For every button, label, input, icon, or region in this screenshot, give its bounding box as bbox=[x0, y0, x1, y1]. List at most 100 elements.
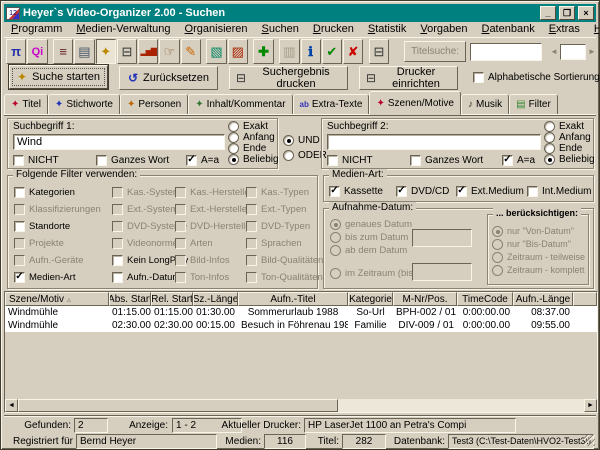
toolbar-notizen-button[interactable]: ✎ bbox=[181, 39, 201, 64]
zeitraum-komplett-radio[interactable]: Zeitraum - komplett bbox=[492, 264, 585, 276]
tab-musik[interactable]: ♪Musik bbox=[461, 94, 509, 115]
filter-dvd-typen-checkbox[interactable]: DVD-Typen bbox=[246, 220, 310, 232]
column-header-aufn-laenge[interactable]: Aufn.-Länge bbox=[513, 292, 573, 306]
column-header-m-nr-pos[interactable]: M-Nr/Pos. bbox=[393, 292, 457, 306]
titelsuche-button[interactable]: Titelsuche: bbox=[404, 41, 466, 62]
medien-art-ext-medium-checkbox[interactable]: Ext.Medium bbox=[456, 185, 524, 197]
filter-ext-systeme-checkbox[interactable]: Ext.-Systeme bbox=[112, 203, 184, 215]
column-header-kategorie[interactable]: Kategorie bbox=[348, 292, 393, 306]
menu-item-extras[interactable]: Extras bbox=[543, 23, 586, 37]
scroll-left-icon[interactable]: ◄ bbox=[5, 399, 18, 412]
toolbar-titel-hinzufuegen-button[interactable]: ✚ bbox=[253, 39, 273, 64]
filter-aufn-datum-checkbox[interactable]: Aufn.-Datum bbox=[112, 271, 180, 283]
genaues-datum-radio[interactable]: genaues Datum bbox=[330, 218, 412, 230]
suchbegriff1-beliebig-radio[interactable]: Beliebig bbox=[228, 153, 279, 165]
tab-filter[interactable]: ▤Filter bbox=[509, 94, 558, 115]
toolbar-suchen-button[interactable]: ✦ bbox=[96, 39, 116, 64]
column-header-timecode[interactable]: TimeCode bbox=[457, 292, 513, 306]
filter-ext-typen-checkbox[interactable]: Ext.-Typen bbox=[246, 203, 306, 215]
menu-item-drucken[interactable]: Drucken bbox=[307, 23, 360, 37]
toolbar-medien-button[interactable]: ≡ bbox=[53, 39, 73, 64]
suchbegriff2-input[interactable] bbox=[327, 134, 541, 150]
menu-item-programm[interactable]: Programm bbox=[5, 23, 68, 37]
menu-item-statistik[interactable]: Statistik bbox=[362, 23, 413, 37]
scroll-right-icon[interactable]: ► bbox=[584, 399, 597, 412]
filter-dvd-hersteller-checkbox[interactable]: DVD-Hersteller bbox=[175, 220, 254, 232]
pager-prev-icon[interactable]: ◄ bbox=[550, 47, 558, 56]
bis-zum-datum-radio[interactable]: bis zum Datum bbox=[330, 231, 408, 243]
filter-arten-checkbox[interactable]: Arten bbox=[175, 237, 213, 249]
suchbegriff1-gross-klein-checkbox[interactable]: A=a bbox=[186, 154, 219, 166]
toolbar-statistik-button[interactable]: ▂▅▇ bbox=[138, 39, 158, 64]
zeitraum-teilweise-radio[interactable]: Zeitraum - teilweise bbox=[492, 251, 585, 263]
menu-item-medien-verwaltung[interactable]: Medien-Verwaltung bbox=[70, 23, 176, 37]
result-row[interactable]: Windmühle 01:15.00 01:15.00 01:30.00 Som… bbox=[5, 306, 597, 319]
titelsuche-input[interactable] bbox=[470, 43, 542, 61]
toolbar-drucken-button[interactable]: ⊟ bbox=[117, 39, 137, 64]
tab-szenen-motive[interactable]: ✦Szenen/Motive bbox=[369, 91, 461, 115]
toolbar-titel-bestaetigen-button[interactable]: ✔ bbox=[322, 39, 342, 64]
menu-item-hilfe[interactable]: Hilfe bbox=[588, 23, 600, 37]
zuruecksetzen-button[interactable]: ↺ Zurücksetzen bbox=[119, 66, 218, 90]
alphabetische-sortierung-checkbox[interactable]: Alphabetische Sortierung bbox=[473, 71, 600, 83]
scrollbar-thumb[interactable] bbox=[18, 399, 338, 412]
filter-ton-qualitaeten-checkbox[interactable]: Ton-Qualitäten bbox=[246, 271, 323, 283]
tab-titel[interactable]: ✦Titel bbox=[4, 94, 48, 115]
toolbar-suche-leeren-button[interactable]: ▧ bbox=[206, 39, 226, 64]
filter-kas-typen-checkbox[interactable]: Kas.-Typen bbox=[246, 186, 309, 198]
horizontal-scrollbar[interactable]: ◄ ► bbox=[5, 399, 597, 412]
tab-personen[interactable]: ✦Personen bbox=[120, 94, 188, 115]
toolbar-titel-info-button[interactable]: ℹ bbox=[301, 39, 321, 64]
filter-videonormen-checkbox[interactable]: Videonormen bbox=[112, 237, 183, 249]
toolbar-exit-button[interactable]: π bbox=[6, 39, 26, 64]
filter-bild-qualitaeten-checkbox[interactable]: Bild-Qualitäten bbox=[246, 254, 323, 266]
drucker-einrichten-button[interactable]: ⊟ Drucker einrichten bbox=[359, 66, 458, 90]
suchbegriff1-ganzes-wort-checkbox[interactable]: Ganzes Wort bbox=[96, 154, 169, 166]
suchbegriff2-beliebig-radio[interactable]: Beliebig bbox=[544, 153, 595, 165]
pager-next-icon[interactable]: ► bbox=[588, 47, 596, 56]
medien-art-int-medium-checkbox[interactable]: Int.Medium bbox=[527, 185, 591, 197]
maximize-button[interactable]: ❐ bbox=[559, 6, 575, 20]
filter-aufn-geraete-checkbox[interactable]: Aufn.-Geräte bbox=[14, 254, 83, 266]
column-header-abs-start[interactable]: Abs. Start bbox=[109, 292, 151, 306]
pager-value-box[interactable] bbox=[560, 44, 586, 60]
operator-und-radio[interactable]: UND bbox=[283, 134, 320, 146]
suchbegriff2-ganzes-wort-checkbox[interactable]: Ganzes Wort bbox=[410, 154, 483, 166]
suchbegriff2-gross-klein-checkbox[interactable]: A=a bbox=[502, 154, 535, 166]
filter-sprachen-checkbox[interactable]: Sprachen bbox=[246, 237, 302, 249]
toolbar-archiv-button[interactable]: ▥ bbox=[279, 39, 299, 64]
datum-input[interactable] bbox=[412, 229, 472, 247]
suchergebnis-drucken-button[interactable]: ⊟ Suchergebnis drucken bbox=[229, 66, 348, 90]
ab-dem-datum-radio[interactable]: ab dem Datum bbox=[330, 244, 407, 256]
filter-ext-hersteller-checkbox[interactable]: Ext.-Hersteller bbox=[175, 203, 250, 215]
filter-klassifizierungen-checkbox[interactable]: Klassifizierungen bbox=[14, 203, 101, 215]
suchbegriff1-nicht-checkbox[interactable]: NICHT bbox=[13, 154, 59, 166]
zeitraum-bis-input[interactable] bbox=[412, 263, 472, 281]
tab-extra-texte[interactable]: abExtra-Texte bbox=[293, 94, 370, 115]
im-zeitraum-radio[interactable]: im Zeitraum (bis:) bbox=[330, 267, 419, 279]
menu-item-vorgaben[interactable]: Vorgaben bbox=[414, 23, 473, 37]
minimize-button[interactable]: _ bbox=[540, 6, 556, 20]
suchbegriff1-input[interactable] bbox=[13, 134, 225, 150]
tab-stichworte[interactable]: ✦Stichworte bbox=[48, 94, 120, 115]
medien-art-dvd-cd-checkbox[interactable]: DVD/CD bbox=[396, 185, 449, 197]
toolbar-liste-drucken-button[interactable]: ⊟ bbox=[369, 39, 389, 64]
medien-art-kassette-checkbox[interactable]: Kassette bbox=[329, 185, 383, 197]
toolbar-vorgaben-button[interactable]: ☞ bbox=[159, 39, 179, 64]
column-header-sz-laenge[interactable]: Sz.-Länge bbox=[193, 292, 238, 306]
filter-standorte-checkbox[interactable]: Standorte bbox=[14, 220, 70, 232]
toolbar-organisieren-button[interactable]: ▤ bbox=[74, 39, 94, 64]
filter-medien-art-checkbox[interactable]: Medien-Art bbox=[14, 271, 75, 283]
nur-bis-datum-radio[interactable]: nur "Bis-Datum" bbox=[492, 238, 571, 250]
filter-kas-hersteller-checkbox[interactable]: Kas.-Hersteller bbox=[175, 186, 253, 198]
filter-ton-infos-checkbox[interactable]: Ton-Infos bbox=[175, 271, 229, 283]
menu-item-organisieren[interactable]: Organisieren bbox=[179, 23, 254, 37]
column-header-aufn-titel[interactable]: Aufn.-Titel bbox=[238, 292, 348, 306]
nur-von-datum-radio[interactable]: nur "Von-Datum" bbox=[492, 225, 574, 237]
close-button[interactable]: × bbox=[578, 6, 594, 20]
suchbegriff2-nicht-checkbox[interactable]: NICHT bbox=[327, 154, 373, 166]
resize-grip[interactable] bbox=[584, 435, 595, 446]
toolbar-quickinfo-button[interactable]: Qi bbox=[27, 39, 47, 64]
toolbar-filter-leeren-button[interactable]: ▨ bbox=[228, 39, 248, 64]
title-bar[interactable]: 12 Heyer`s Video-Organizer 2.00 - Suchen… bbox=[4, 4, 596, 22]
